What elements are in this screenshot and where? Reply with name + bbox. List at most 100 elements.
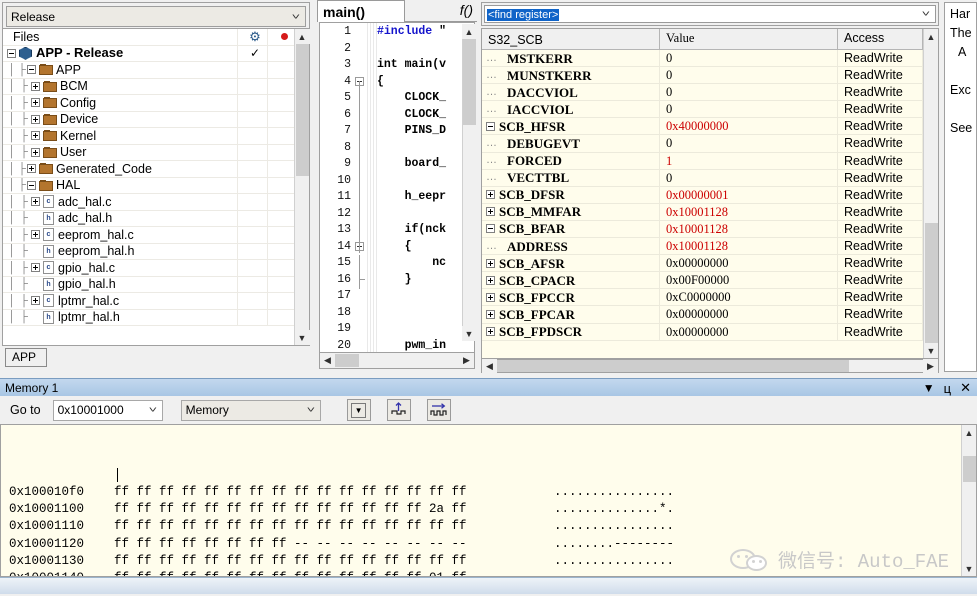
- code-line[interactable]: PINS_D: [377, 123, 474, 140]
- register-row[interactable]: …MUNSTKERR0ReadWrite: [482, 67, 923, 84]
- register-row[interactable]: …ADDRESS0x10001128ReadWrite: [482, 238, 923, 255]
- register-row[interactable]: …MSTKERR0ReadWrite: [482, 50, 923, 67]
- memory-bytes[interactable]: ff ff ff ff ff ff ff ff ff ff ff ff ff f…: [114, 518, 526, 535]
- register-row[interactable]: SCB_CPACR0x00F00000ReadWrite: [482, 272, 923, 289]
- code-line[interactable]: [377, 173, 474, 190]
- tab-app[interactable]: APP: [5, 348, 47, 367]
- code-line[interactable]: if(nck: [377, 222, 474, 239]
- tree-expand-icon[interactable]: [486, 327, 495, 336]
- register-value[interactable]: 0: [660, 135, 838, 151]
- tab-main-c[interactable]: main(): [317, 0, 405, 22]
- register-table[interactable]: S32_SCBValueAccess…MSTKERR0ReadWrite…MUN…: [482, 29, 923, 358]
- register-value[interactable]: 0x10001128: [660, 238, 838, 254]
- register-row[interactable]: …DEBUGEVT0ReadWrite: [482, 135, 923, 152]
- memory-hex-view[interactable]: 微信号: Auto_FAE 0x100010f0ff ff ff ff ff f…: [0, 424, 977, 577]
- scroll-up-icon[interactable]: ▲: [924, 29, 939, 44]
- tree-item-app-release[interactable]: APP - Release✓: [3, 46, 294, 63]
- tree-item-device[interactable]: │├Device: [3, 112, 294, 129]
- tree-item-bcm[interactable]: │├BCM: [3, 79, 294, 96]
- register-row[interactable]: SCB_HFSR0x40000000ReadWrite: [482, 118, 923, 135]
- tree-expand-icon[interactable]: [486, 259, 495, 268]
- tree-expand-icon[interactable]: [31, 115, 40, 124]
- tree-collapse-icon[interactable]: [7, 49, 16, 58]
- register-row[interactable]: SCB_FPCCR0xC0000000ReadWrite: [482, 289, 923, 306]
- register-row[interactable]: …VECTTBL0ReadWrite: [482, 170, 923, 187]
- editor-fold-column[interactable]: [353, 23, 367, 356]
- scroll-down-icon[interactable]: ▼: [924, 343, 939, 358]
- tree-collapse-icon[interactable]: [27, 181, 36, 190]
- register-value[interactable]: 0x40000000: [660, 118, 838, 134]
- tree-expand-icon[interactable]: [31, 296, 40, 305]
- project-tree[interactable]: Files⚙APP - Release✓│├APP│├BCM│├Config│├…: [3, 29, 294, 345]
- tree-collapse-icon[interactable]: [486, 122, 495, 131]
- register-row[interactable]: SCB_FPCAR0x00000000ReadWrite: [482, 306, 923, 323]
- tree-item-config[interactable]: │├Config: [3, 95, 294, 112]
- tree-item-adc-hal-c[interactable]: │├cadc_hal.c: [3, 194, 294, 211]
- register-value[interactable]: 0: [660, 84, 838, 100]
- register-value[interactable]: 0: [660, 50, 838, 66]
- register-value[interactable]: 0x10001128: [660, 221, 838, 237]
- register-value[interactable]: 0xC0000000: [660, 289, 838, 305]
- build-configuration-select[interactable]: Release ˅: [6, 6, 306, 27]
- scroll-right-icon[interactable]: ▶: [459, 353, 474, 368]
- memory-hex-rows[interactable]: 微信号: Auto_FAE 0x100010f0ff ff ff ff ff f…: [1, 425, 961, 576]
- code-line[interactable]: {: [377, 74, 474, 91]
- tree-expand-icon[interactable]: [31, 148, 40, 157]
- memory-fill-button[interactable]: [387, 399, 411, 421]
- register-value[interactable]: 0x00000001: [660, 187, 838, 203]
- tree-item-gpio-hal-c[interactable]: │├cgpio_hal.c: [3, 260, 294, 277]
- register-row[interactable]: SCB_DFSR0x00000001ReadWrite: [482, 187, 923, 204]
- tree-expand-icon[interactable]: [486, 310, 495, 319]
- register-row[interactable]: SCB_MMFAR0x10001128ReadWrite: [482, 204, 923, 221]
- editor-body[interactable]: 1234567891011121314151617181920 #include…: [319, 22, 475, 357]
- code-line[interactable]: [377, 206, 474, 223]
- register-row[interactable]: …DACCVIOL0ReadWrite: [482, 84, 923, 101]
- tree-item-eeprom-hal-h[interactable]: │├heeprom_hal.h: [3, 244, 294, 261]
- scroll-down-icon[interactable]: ▼: [962, 561, 977, 576]
- scrollbar-thumb[interactable]: [497, 360, 849, 372]
- tree-item-hal[interactable]: │├HAL: [3, 178, 294, 195]
- memory-row[interactable]: 0x100010f0ff ff ff ff ff ff ff ff ff ff …: [9, 484, 961, 501]
- tree-expand-icon[interactable]: [31, 230, 40, 239]
- tree-item-lptmr-hal-c[interactable]: │├clptmr_hal.c: [3, 293, 294, 310]
- memory-bytes[interactable]: ff ff ff ff ff ff ff ff ff ff ff ff ff f…: [114, 553, 526, 570]
- code-line[interactable]: [377, 140, 474, 157]
- scroll-left-icon[interactable]: ◀: [482, 359, 497, 374]
- scrollbar-thumb[interactable]: [925, 223, 938, 343]
- register-vscrollbar[interactable]: ▲ ▼: [923, 29, 938, 358]
- register-value[interactable]: 0x10001128: [660, 204, 838, 220]
- register-value[interactable]: 0x00000000: [660, 255, 838, 271]
- scroll-up-icon[interactable]: ▲: [962, 425, 977, 440]
- code-line[interactable]: [377, 321, 474, 338]
- register-value[interactable]: 1: [660, 153, 838, 169]
- project-tree-scrollbar[interactable]: ▲ ▼: [294, 29, 309, 345]
- scrollbar-thumb[interactable]: [335, 354, 359, 367]
- code-line[interactable]: [377, 41, 474, 58]
- tree-item-user[interactable]: │├User: [3, 145, 294, 162]
- tree-item-lptmr-hal-h[interactable]: │├hlptmr_hal.h: [3, 310, 294, 327]
- scroll-up-icon[interactable]: ▲: [295, 29, 310, 44]
- code-line[interactable]: nc: [377, 255, 474, 272]
- pin-icon[interactable]: ц: [944, 381, 951, 396]
- tree-expand-icon[interactable]: [31, 131, 40, 140]
- column-header-access[interactable]: Access: [838, 29, 923, 49]
- tree-item-app[interactable]: │├APP: [3, 62, 294, 79]
- register-value[interactable]: 0: [660, 170, 838, 186]
- register-row[interactable]: SCB_FPDSCR0x00000000ReadWrite: [482, 324, 923, 341]
- register-value[interactable]: 0x00F00000: [660, 272, 838, 288]
- memory-bytes[interactable]: ff ff ff ff ff ff ff ff ff ff ff ff ff f…: [114, 484, 526, 501]
- register-row[interactable]: …IACCVIOL0ReadWrite: [482, 101, 923, 118]
- gear-icon[interactable]: ⚙: [248, 29, 262, 45]
- register-value[interactable]: 0x00000000: [660, 306, 838, 322]
- tree-expand-icon[interactable]: [486, 276, 495, 285]
- register-value[interactable]: 0: [660, 67, 838, 83]
- tree-item-kernel[interactable]: │├Kernel: [3, 128, 294, 145]
- close-icon[interactable]: ✕: [960, 380, 971, 396]
- memory-row[interactable]: 0x10001110ff ff ff ff ff ff ff ff ff ff …: [9, 518, 961, 535]
- scroll-right-icon[interactable]: ▶: [923, 359, 938, 374]
- code-line[interactable]: CLOCK_: [377, 107, 474, 124]
- memory-bytes[interactable]: ff ff ff ff ff ff ff ff -- -- -- -- -- -…: [114, 536, 526, 553]
- column-header-value[interactable]: Value: [660, 29, 838, 49]
- function-list-icon[interactable]: f(): [460, 2, 473, 18]
- register-row[interactable]: SCB_AFSR0x00000000ReadWrite: [482, 255, 923, 272]
